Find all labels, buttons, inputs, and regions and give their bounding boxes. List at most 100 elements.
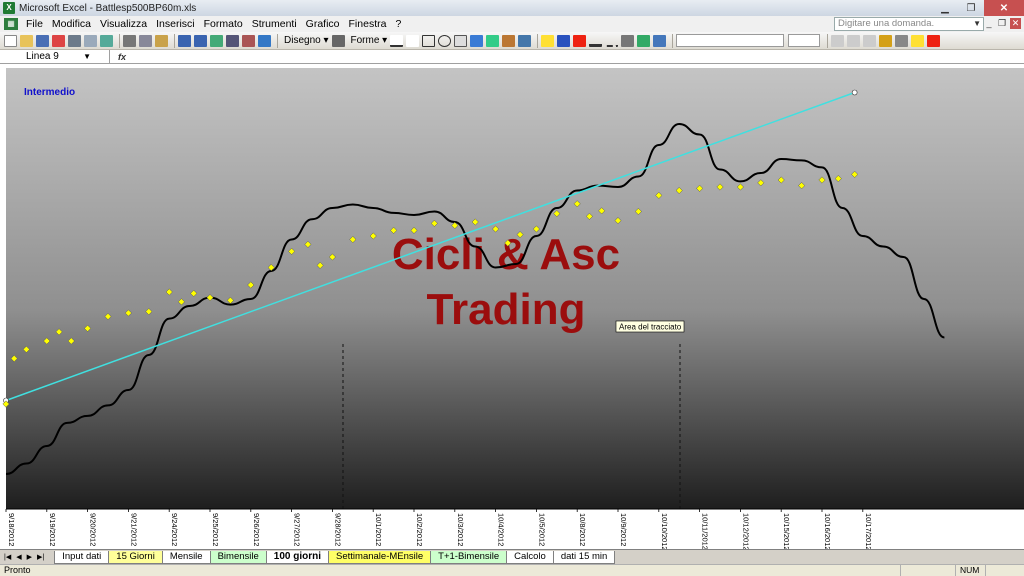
chevron-down-icon[interactable]: ▼: [973, 18, 981, 30]
x-tick-label: 10/12/2012: [741, 513, 750, 549]
fill-color-icon[interactable]: [541, 34, 555, 47]
last-sheet-icon[interactable]: ▶|: [37, 553, 44, 561]
close-button[interactable]: ✕: [984, 0, 1024, 16]
sheet-tab-input-dati[interactable]: Input dati: [54, 551, 110, 564]
menu-inserisci[interactable]: Inserisci: [156, 18, 195, 30]
arrow-icon[interactable]: [406, 34, 420, 47]
redo-icon[interactable]: [194, 34, 207, 47]
line-icon[interactable]: [390, 34, 404, 47]
title-bar: X Microsoft Excel - Battlesp500BP60m.xls…: [0, 0, 1024, 16]
trend-handle[interactable]: [851, 89, 858, 96]
menu-help[interactable]: ?: [395, 18, 401, 30]
minimize-button[interactable]: ▁: [932, 0, 958, 16]
clipart-icon[interactable]: [502, 34, 516, 47]
bold-icon[interactable]: [831, 34, 845, 47]
forme-button[interactable]: Forme ▾: [351, 35, 388, 46]
sheet-tab-settimanale-mensile[interactable]: Settimanale-MEnsile: [328, 551, 432, 564]
x-tick-label: 9/28/2012: [333, 513, 342, 546]
sheet-tab-dati-15-min[interactable]: dati 15 min: [552, 551, 616, 564]
sheet-tab-bimensile[interactable]: Bimensile: [209, 551, 267, 564]
toolbar-separator: [537, 33, 539, 48]
prev-sheet-icon[interactable]: ◀: [16, 553, 21, 561]
workbook-close-button[interactable]: ✕: [1010, 18, 1021, 29]
chart-area[interactable]: Intermedio Cicli & Asc Trading 9/18/2012…: [0, 64, 1024, 551]
x-tick-label: 10/8/2012: [578, 513, 587, 546]
cell-font-color-icon[interactable]: [927, 34, 941, 47]
copy-icon[interactable]: [139, 34, 152, 47]
chevron-down-icon[interactable]: ▼: [83, 50, 91, 63]
dash-style-icon[interactable]: [605, 35, 619, 47]
diagram-icon[interactable]: [486, 34, 500, 47]
menu-formato[interactable]: Formato: [204, 18, 243, 30]
disegno-button[interactable]: Disegno ▾: [284, 35, 329, 46]
ask-question-input[interactable]: Digitare una domanda. ▼: [834, 17, 984, 31]
x-tick-label: 10/3/2012: [456, 513, 465, 546]
sheet-tab-100-giorni[interactable]: 100 giorni: [265, 551, 330, 564]
new-file-icon[interactable]: [4, 34, 17, 47]
borders-icon[interactable]: [895, 34, 909, 47]
sheet-tab-t1-bimensile[interactable]: T+1-Bimensile: [430, 551, 508, 564]
shadow-icon[interactable]: [637, 34, 651, 47]
tooltip-text: Area del tracciato: [619, 323, 682, 332]
underline-icon[interactable]: [863, 34, 877, 47]
watermark-line-1: Cicli & Asc: [392, 230, 620, 279]
currency-icon[interactable]: [879, 34, 893, 47]
workbook-minimize-button[interactable]: _: [984, 18, 994, 29]
x-tick-label: 9/25/2012: [211, 513, 220, 546]
menu-modifica[interactable]: Modifica: [52, 18, 91, 30]
menu-file[interactable]: File: [26, 18, 43, 30]
italic-icon[interactable]: [847, 34, 861, 47]
sort-ascending-icon[interactable]: [242, 34, 255, 47]
rectangle-icon[interactable]: [422, 34, 436, 47]
x-tick-label: 9/20/2012: [89, 513, 98, 546]
save-icon[interactable]: [36, 34, 49, 47]
menu-strumenti[interactable]: Strumenti: [252, 18, 297, 30]
cut-icon[interactable]: [123, 34, 136, 47]
wordart-icon[interactable]: [470, 34, 484, 47]
next-sheet-icon[interactable]: ▶: [27, 553, 32, 561]
3d-style-icon[interactable]: [653, 34, 667, 47]
chart-svg[interactable]: Intermedio Cicli & Asc Trading 9/18/2012…: [0, 64, 1024, 551]
sheet-tab-15-giorni[interactable]: 15 Giorni: [108, 551, 163, 564]
num-lock-indicator: NUM: [960, 565, 980, 575]
arrow-style-icon[interactable]: [621, 34, 635, 47]
menu-finestra[interactable]: Finestra: [349, 18, 387, 30]
print-icon[interactable]: [68, 34, 81, 47]
font-size-select[interactable]: [788, 34, 821, 47]
font-name-select[interactable]: [676, 34, 785, 47]
sheet-tab-mensile[interactable]: Mensile: [161, 551, 211, 564]
print-preview-icon[interactable]: [84, 34, 97, 47]
autosum-icon[interactable]: [226, 34, 239, 47]
oval-icon[interactable]: [438, 34, 452, 47]
paste-icon[interactable]: [155, 34, 168, 47]
insert-chart-icon[interactable]: [210, 34, 223, 47]
sheet-tab-calcolo[interactable]: Calcolo: [506, 551, 554, 564]
open-folder-icon[interactable]: [20, 34, 33, 47]
picture-icon[interactable]: [518, 34, 532, 47]
line-style-icon[interactable]: [589, 35, 603, 47]
undo-icon[interactable]: [178, 34, 191, 47]
window-title: Microsoft Excel - Battlesp500BP60m.xls: [19, 2, 197, 14]
workbook-icon[interactable]: ▦: [4, 18, 18, 30]
first-sheet-icon[interactable]: |◀: [4, 553, 11, 561]
maximize-button[interactable]: ❐: [958, 0, 984, 16]
line-color-icon[interactable]: [557, 34, 571, 47]
formula-bar: Linea 9 ▼ fx: [0, 50, 1024, 64]
spelling-icon[interactable]: [100, 34, 113, 47]
cell-fill-icon[interactable]: [911, 34, 925, 47]
menu-grafico[interactable]: Grafico: [306, 18, 340, 30]
name-box[interactable]: Linea 9 ▼: [0, 50, 110, 63]
permission-icon[interactable]: [52, 34, 65, 47]
select-objects-icon[interactable]: [331, 34, 345, 47]
standard-toolbar: Disegno ▾ Forme ▾: [0, 32, 1024, 50]
menu-visualizza[interactable]: Visualizza: [100, 18, 147, 30]
help-icon[interactable]: [258, 34, 271, 47]
intermedio-label: Intermedio: [24, 87, 75, 98]
textbox-icon[interactable]: [454, 34, 468, 47]
workbook-restore-button[interactable]: ❐: [997, 18, 1007, 29]
fx-icon[interactable]: fx: [118, 52, 126, 62]
font-color-icon[interactable]: [573, 34, 587, 47]
x-tick-label: 9/21/2012: [129, 513, 138, 546]
name-box-value: Linea 9: [26, 51, 59, 62]
excel-icon[interactable]: X: [3, 2, 15, 14]
